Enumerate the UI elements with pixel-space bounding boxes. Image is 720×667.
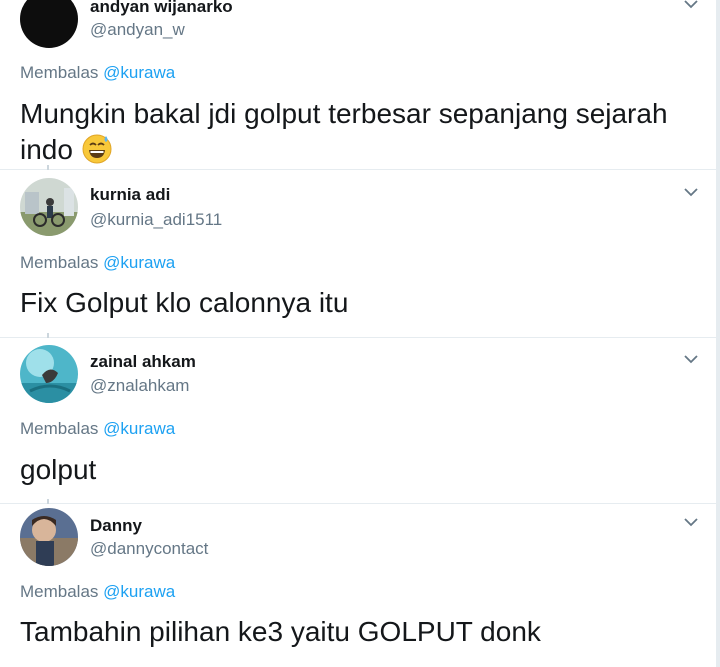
author-handle[interactable]: @kurnia_adi1511 <box>90 210 222 230</box>
author-name[interactable]: kurnia adi <box>90 185 170 205</box>
avatar[interactable] <box>20 345 78 403</box>
author-name[interactable]: zainal ahkam <box>90 352 196 372</box>
author-handle[interactable]: @znalahkam <box>90 376 189 396</box>
chevron-down-icon[interactable] <box>681 515 701 529</box>
avatar-photo <box>20 508 78 566</box>
tweet-text: golput <box>20 454 97 485</box>
tweet-text: Mungkin bakal jdi golput terbesar sepanj… <box>20 96 700 168</box>
chevron-down-icon[interactable] <box>681 0 701 11</box>
tweet-kurnia[interactable]: kurnia adi @kurnia_adi1511 Membalas @kur… <box>0 170 720 337</box>
tweet-text-line: indo <box>20 132 700 168</box>
grinning-face-with-sweat-emoji <box>82 134 112 164</box>
reply-prefix: Membalas <box>20 582 99 601</box>
reply-prefix: Membalas <box>20 419 99 438</box>
avatar-photo <box>20 178 78 236</box>
avatar[interactable] <box>20 178 78 236</box>
avatar[interactable] <box>20 0 78 48</box>
tweet-danny[interactable]: Danny @dannycontact Membalas @kurawa Tam… <box>0 504 720 667</box>
avatar-photo <box>20 345 78 403</box>
tweet-text: Fix Golput klo calonnya itu <box>20 287 349 318</box>
tweet-text: Tambahin pilihan ke3 yaitu GOLPUT donk <box>20 616 541 647</box>
mention-link[interactable]: @kurawa <box>103 582 175 601</box>
reply-context: Membalas @kurawa <box>20 419 175 439</box>
tweet-text-word: indo <box>20 134 73 165</box>
tweet-text-line: Mungkin bakal jdi golput terbesar sepanj… <box>20 98 668 129</box>
reply-context: Membalas @kurawa <box>20 63 175 83</box>
mention-link[interactable]: @kurawa <box>103 253 175 272</box>
reply-prefix: Membalas <box>20 63 99 82</box>
author-name[interactable]: andyan wijanarko <box>90 0 233 17</box>
chevron-down-icon[interactable] <box>681 185 701 199</box>
author-handle[interactable]: @dannycontact <box>90 539 208 559</box>
reply-context: Membalas @kurawa <box>20 582 175 602</box>
tweet-zainal[interactable]: zainal ahkam @znalahkam Membalas @kurawa… <box>0 338 720 503</box>
author-handle[interactable]: @andyan_w <box>90 20 185 40</box>
author-name[interactable]: Danny <box>90 516 142 536</box>
avatar[interactable] <box>20 508 78 566</box>
chevron-down-icon[interactable] <box>681 352 701 366</box>
tweet-andyan[interactable]: andyan wijanarko @andyan_w Membalas @kur… <box>0 0 720 170</box>
mention-link[interactable]: @kurawa <box>103 63 175 82</box>
reply-context: Membalas @kurawa <box>20 253 175 273</box>
mention-link[interactable]: @kurawa <box>103 419 175 438</box>
reply-prefix: Membalas <box>20 253 99 272</box>
